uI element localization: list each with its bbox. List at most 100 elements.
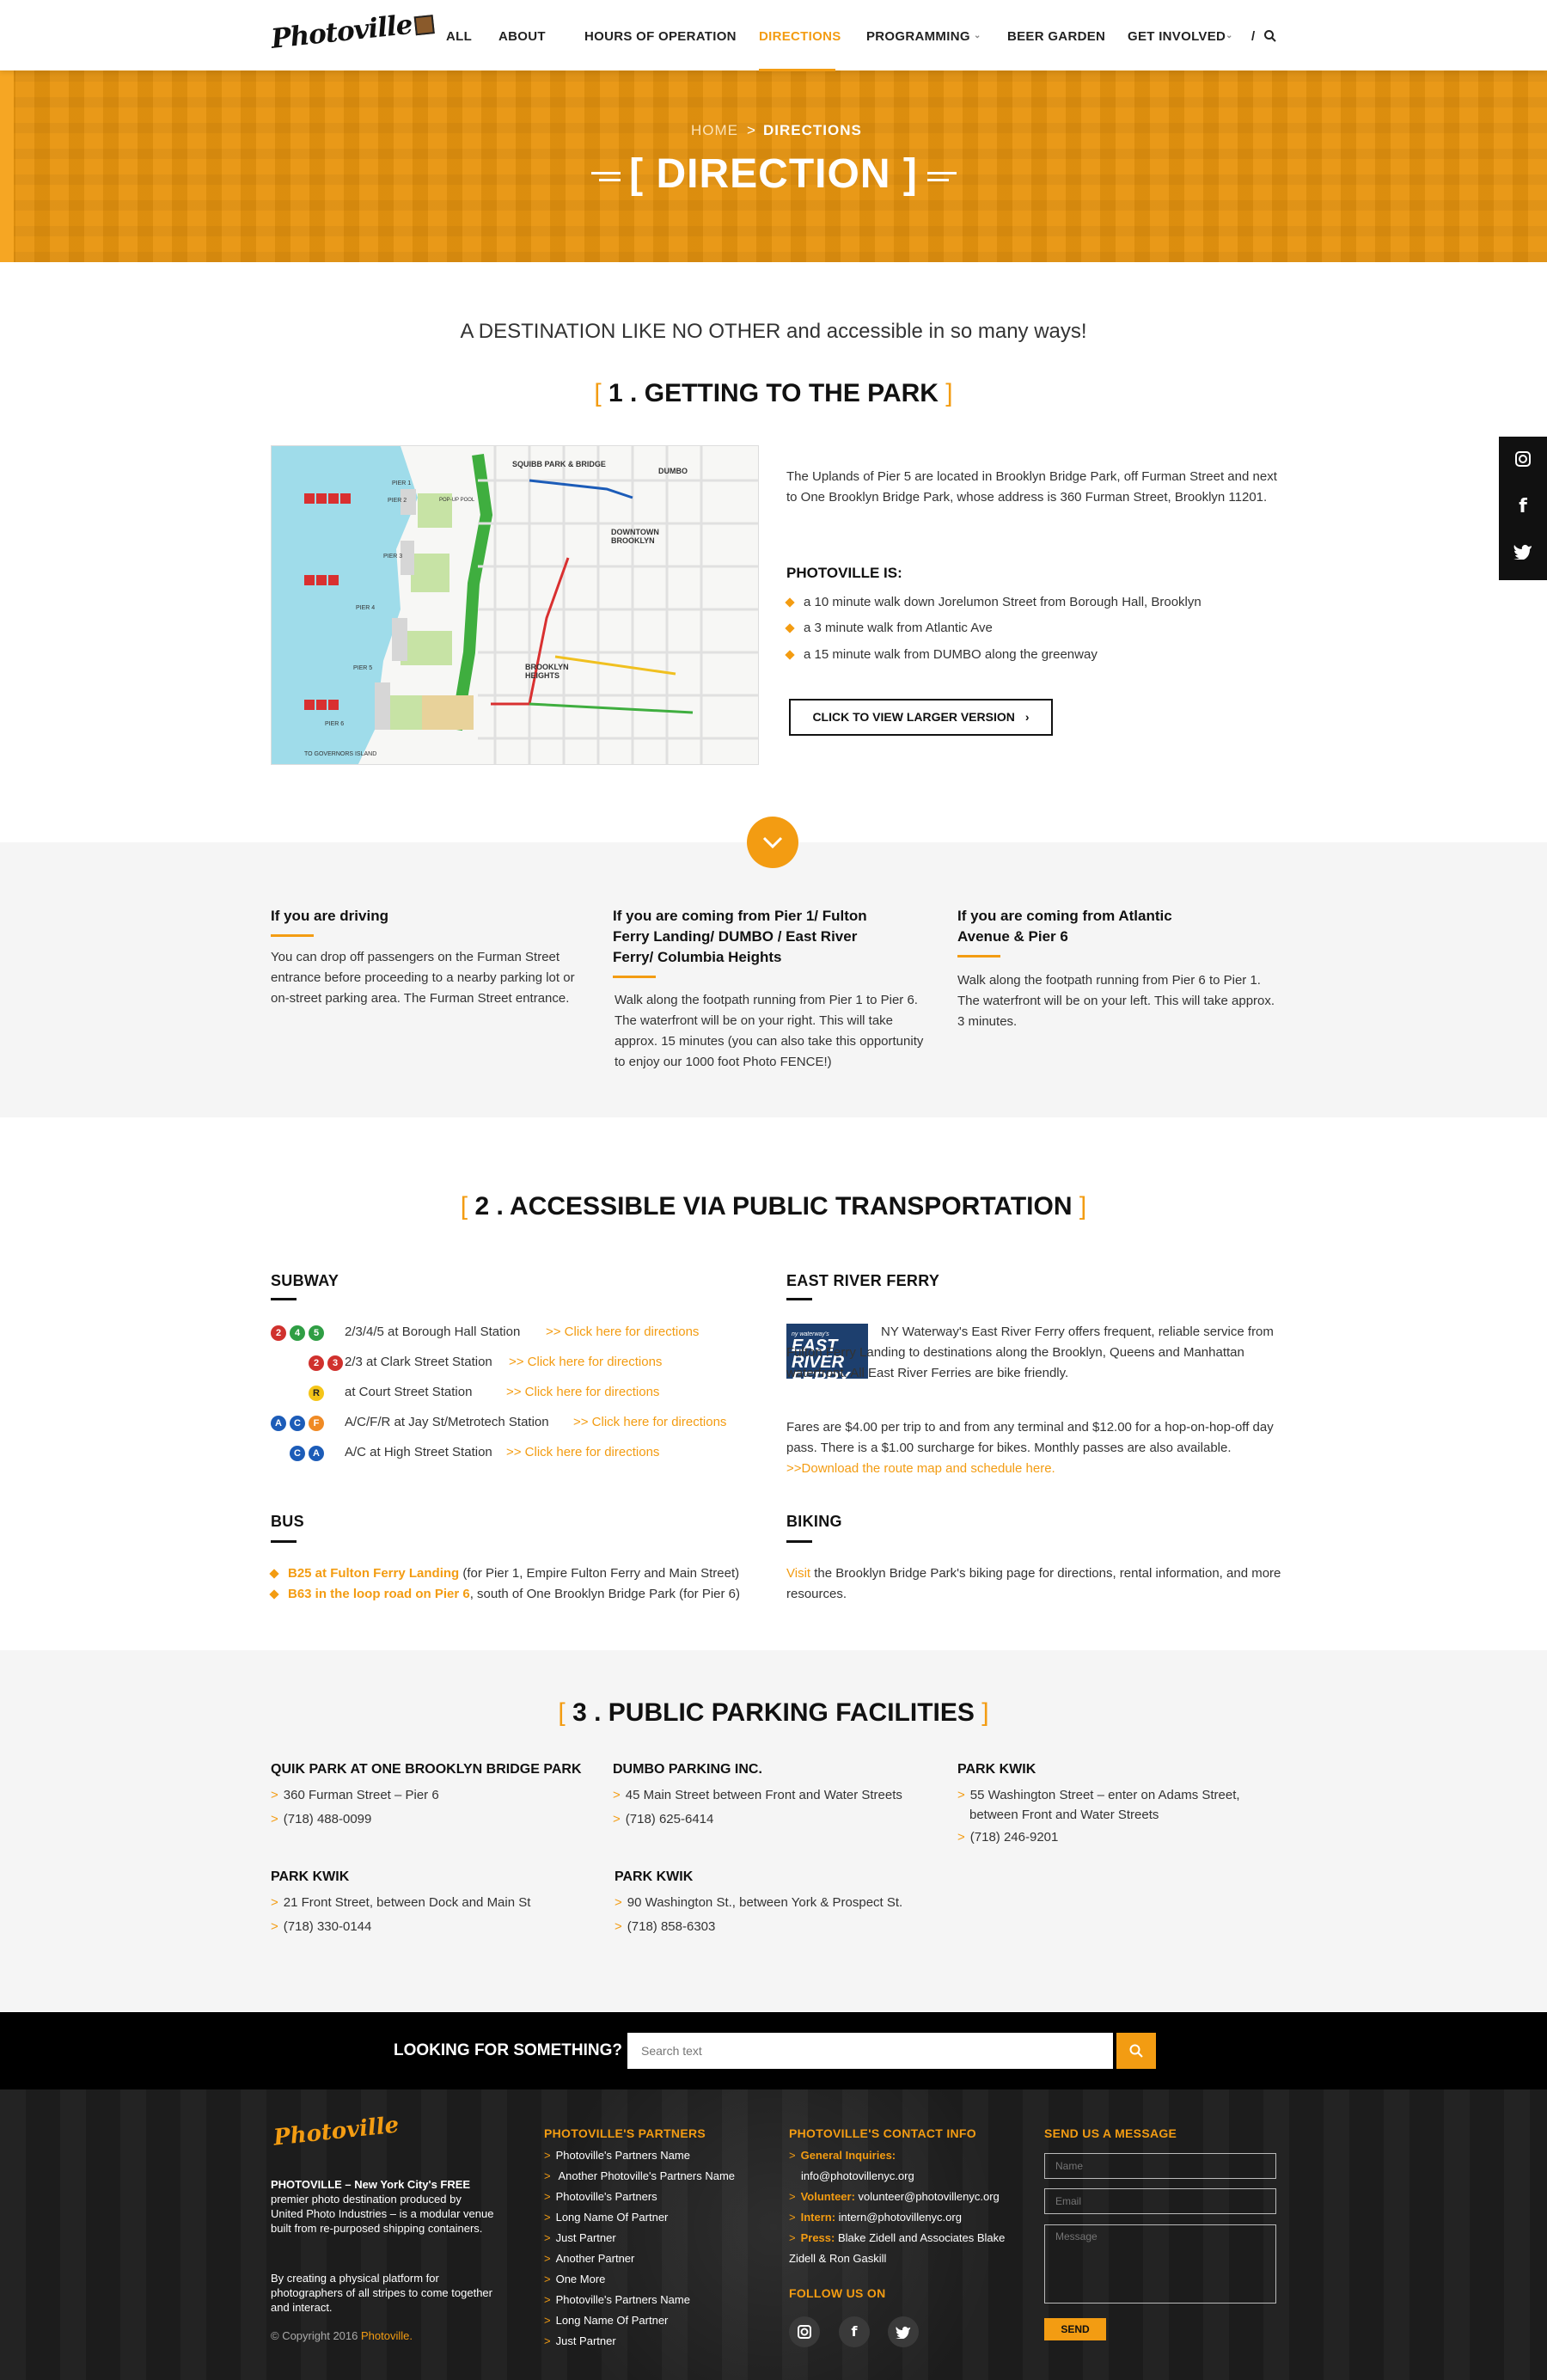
search-icon[interactable] (1263, 29, 1277, 47)
parking-address: >45 Main Street between Front and Water … (613, 1788, 902, 1802)
parking-name: PARK KWIK (615, 1869, 694, 1884)
title-dash-left (599, 179, 621, 181)
footer-about-2: By creating a physical platform for phot… (271, 2272, 492, 2314)
nav-directions[interactable]: DIRECTIONS (759, 29, 841, 44)
partner-link[interactable]: > Just Partner (544, 2228, 616, 2248)
breadcrumb-home[interactable]: HOME (691, 122, 738, 139)
subway-heading: SUBWAY (271, 1272, 339, 1289)
parking-address: >21 Front Street, between Dock and Main … (271, 1895, 531, 1910)
map-label: TO GOVERNORS ISLAND (304, 751, 377, 757)
contact-heading: PHOTOVILLE'S CONTACT INFO (789, 2126, 976, 2140)
nav-about[interactable]: ABOUT (498, 29, 546, 44)
partner-link[interactable]: > Just Partner (544, 2331, 616, 2352)
section-title-getting-to-park: [ 1 . GETTING TO THE PARK ] (594, 379, 953, 407)
message-heading: SEND US A MESSAGE (1044, 2126, 1177, 2140)
partner-link[interactable]: > One More (544, 2269, 605, 2290)
biking-text: Visit the Brooklyn Bridge Park's biking … (786, 1566, 1281, 1601)
search-input[interactable] (627, 2033, 1113, 2069)
heading-rule (271, 1540, 297, 1543)
heading-rule (786, 1298, 812, 1300)
instagram-icon[interactable] (789, 2316, 820, 2347)
partner-link[interactable]: > Long Name Of Partner (544, 2310, 668, 2331)
route-text-driving: You can drop off passengers on the Furma… (271, 950, 575, 1006)
ferry-heading: EAST RIVER FERRY (786, 1272, 940, 1289)
search-button[interactable] (1116, 2033, 1156, 2069)
twitter-icon[interactable] (888, 2316, 919, 2347)
parking-phone: > (718) 858-6303 (615, 1919, 716, 1934)
nav-get-involved[interactable]: GET INVOLVED (1128, 29, 1226, 44)
subway-row: ACF A/C/F/R at Jay St/Metrotech Station … (271, 1411, 769, 1434)
partner-link[interactable]: > Another Photoville's Partners Name (544, 2166, 735, 2187)
social-sidebar: f (1499, 437, 1547, 580)
facebook-icon[interactable]: f (839, 2316, 870, 2347)
parking-phone: > (718) 488-0099 (271, 1812, 372, 1826)
map-label: PIER 6 (325, 721, 345, 727)
section-title-transportation: [ 2 . ACCESSIBLE VIA PUBLIC TRANSPORTATI… (460, 1192, 1087, 1221)
follow-heading: FOLLOW US ON (789, 2286, 886, 2300)
nav-separator: / (1251, 29, 1256, 44)
bus-link[interactable]: B25 at Fulton Ferry Landing (288, 1566, 459, 1581)
subway-row: CA A/C at High Street Station >> Click h… (271, 1441, 769, 1464)
subway-directions-link[interactable]: >> Click here for directions (573, 1411, 726, 1434)
routes-band (0, 842, 1547, 1117)
partner-link[interactable]: > Photoville's Partners (544, 2187, 657, 2207)
copyright: © Copyright 2016 Photoville. (271, 2329, 413, 2342)
contact-email[interactable]: volunteer@photovillenyc.org (859, 2190, 1000, 2203)
bullet-item: a 10 minute walk down Jorelumon Street f… (785, 592, 1202, 613)
scroll-down-button[interactable] (747, 817, 798, 868)
email-field[interactable] (1044, 2188, 1276, 2214)
twitter-icon[interactable] (1499, 531, 1547, 572)
route-title-pier1: If you are coming from Pier 1/ Fulton Fe… (613, 908, 867, 965)
parking-address: >55 Washington Street – enter on Adams S… (957, 1788, 1240, 1822)
nav-hours[interactable]: HOURS OF OPERATION (584, 29, 737, 44)
title-dash-right (927, 179, 949, 181)
nav-beer-garden[interactable]: BEER GARDEN (1007, 29, 1105, 44)
instagram-icon[interactable] (1499, 438, 1547, 480)
map-label: PIER 1 (392, 480, 412, 486)
name-field[interactable] (1044, 2153, 1276, 2179)
contact-email[interactable]: intern@photovillenyc.org (839, 2211, 962, 2224)
copyright-link[interactable]: Photoville. (361, 2329, 413, 2342)
parking-phone: > (718) 330-0144 (271, 1919, 372, 1934)
map-label: DUMBO (658, 467, 688, 475)
partner-link[interactable]: > Another Partner (544, 2248, 634, 2269)
subway-directions-link[interactable]: >> Click here for directions (506, 1381, 659, 1404)
subway-directions-link[interactable]: >> Click here for directions (506, 1441, 659, 1464)
title-underline (957, 955, 1000, 958)
view-larger-map-button[interactable]: CLICK TO VIEW LARGER VERSION › (789, 699, 1053, 736)
ferry-schedule-link[interactable]: >>Download the route map and schedule he… (786, 1461, 1055, 1476)
contact-email[interactable]: info@photovillenyc.org (801, 2166, 914, 2187)
subway-directions-link[interactable]: >> Click here for directions (509, 1351, 662, 1374)
nav-programming[interactable]: PROGRAMMING (866, 29, 970, 44)
parking-name: QUIK PARK AT ONE BROOKLYN BRIDGE PARK (271, 1762, 582, 1777)
parking-name: PARK KWIK (271, 1869, 350, 1884)
park-map[interactable]: SQUIBB PARK & BRIDGE DUMBO DOWNTOWN BROO… (271, 445, 759, 765)
footer-about: premier photo destination produced by Un… (271, 2193, 494, 2235)
parking-address: >360 Furman Street – Pier 6 (271, 1788, 439, 1802)
photoville-is-heading: PHOTOVILLE IS: (786, 565, 902, 581)
bus-link[interactable]: B63 in the loop road on Pier 6 (288, 1587, 470, 1601)
subway-directions-link[interactable]: >> Click here for directions (546, 1321, 699, 1343)
parking-name: PARK KWIK (957, 1762, 1036, 1777)
partner-link[interactable]: > Photoville's Partners Name (544, 2145, 690, 2166)
map-label: PIER 3 (383, 554, 403, 560)
title-dash-right (927, 172, 957, 174)
map-label: PIER 5 (353, 665, 373, 671)
site-logo[interactable]: Photoville (270, 7, 435, 55)
breadcrumb-current: DIRECTIONS (763, 122, 862, 138)
map-label: PIER 4 (356, 605, 376, 611)
bus-item: B63 in the loop road on Pier 6, south of… (269, 1584, 786, 1605)
message-field[interactable] (1044, 2224, 1276, 2304)
bus-item: B25 at Fulton Ferry Landing (for Pier 1,… (269, 1563, 786, 1584)
nav-all[interactable]: ALL (446, 29, 472, 44)
subway-row: 245 2/3/4/5 at Borough Hall Station >> C… (271, 1321, 769, 1343)
contact-item: > Intern: intern@photovillenyc.org (789, 2211, 962, 2224)
biking-link[interactable]: Visit (786, 1566, 810, 1581)
facebook-icon[interactable]: f (1499, 486, 1547, 528)
heading-rule (786, 1540, 812, 1543)
partner-link[interactable]: > Photoville's Partners Name (544, 2290, 690, 2310)
partner-link[interactable]: > Long Name Of Partner (544, 2207, 668, 2228)
send-button[interactable]: SEND (1044, 2318, 1106, 2340)
chevron-down-icon: ⌄ (1226, 31, 1233, 40)
map-label: DOWNTOWN BROOKLYN (611, 528, 659, 545)
